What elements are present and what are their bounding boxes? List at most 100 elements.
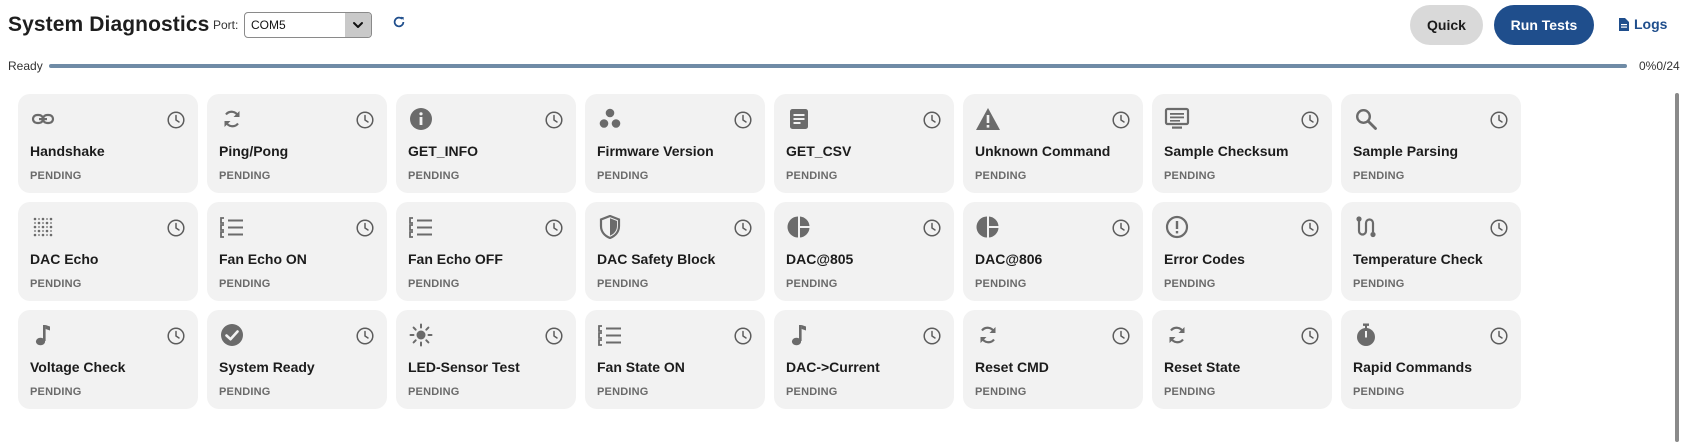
test-status: PENDING [30, 170, 82, 182]
clock-icon [922, 326, 942, 346]
alert-circle-icon [1164, 214, 1190, 240]
test-status: PENDING [408, 278, 460, 290]
port-select-value: COM5 [251, 18, 286, 32]
test-name: Temperature Check [1353, 251, 1483, 267]
shield-icon [597, 214, 623, 240]
test-status: PENDING [786, 278, 838, 290]
search-icon [1353, 106, 1379, 132]
run-tests-button[interactable]: Run Tests [1494, 5, 1594, 45]
test-card[interactable]: Reset State PENDING [1152, 310, 1332, 409]
test-card[interactable]: Fan Echo OFF PENDING [396, 202, 576, 301]
test-card[interactable]: Handshake PENDING [18, 94, 198, 193]
test-card[interactable]: Voltage Check PENDING [18, 310, 198, 409]
clock-icon [733, 110, 753, 130]
document-icon [786, 106, 812, 132]
route-icon [1353, 214, 1379, 240]
test-card[interactable]: Fan State ON PENDING [585, 310, 765, 409]
test-card[interactable]: Ping/Pong PENDING [207, 94, 387, 193]
clock-icon [1489, 326, 1509, 346]
clock-icon [166, 110, 186, 130]
clock-icon [922, 110, 942, 130]
bubbles-icon [597, 106, 623, 132]
test-status: PENDING [786, 386, 838, 398]
logs-label: Logs [1634, 16, 1668, 32]
status-text: Ready [8, 59, 43, 73]
test-status: PENDING [219, 386, 271, 398]
test-card[interactable]: GET_INFO PENDING [396, 94, 576, 193]
test-name: Firmware Version [597, 143, 714, 159]
dot-grid-icon [30, 214, 56, 240]
clock-icon [1300, 110, 1320, 130]
test-card[interactable]: System Ready PENDING [207, 310, 387, 409]
warning-icon [975, 106, 1001, 132]
sync-icon [219, 106, 245, 132]
test-card[interactable]: DAC Safety Block PENDING [585, 202, 765, 301]
test-card[interactable]: LED-Sensor Test PENDING [396, 310, 576, 409]
pie-chart-icon [975, 214, 1001, 240]
test-card[interactable]: Sample Checksum PENDING [1152, 94, 1332, 193]
test-name: Voltage Check [30, 359, 126, 375]
progress-bar [49, 64, 1627, 68]
test-card[interactable]: DAC Echo PENDING [18, 202, 198, 301]
test-name: DAC->Current [786, 359, 880, 375]
sync-icon [1164, 322, 1190, 348]
test-status: PENDING [1164, 386, 1216, 398]
test-status: PENDING [1164, 278, 1216, 290]
clock-icon [1111, 326, 1131, 346]
clock-icon [166, 326, 186, 346]
test-status: PENDING [30, 386, 82, 398]
stopwatch-icon [1353, 322, 1379, 348]
test-status: PENDING [975, 386, 1027, 398]
test-status: PENDING [219, 278, 271, 290]
test-name: Unknown Command [975, 143, 1111, 159]
checklist-icon [408, 214, 434, 240]
clock-icon [1300, 326, 1320, 346]
clock-icon [733, 218, 753, 238]
port-select[interactable]: COM5 [244, 12, 372, 38]
test-card[interactable]: Error Codes PENDING [1152, 202, 1332, 301]
test-card[interactable]: Firmware Version PENDING [585, 94, 765, 193]
test-name: Error Codes [1164, 251, 1245, 267]
quick-button[interactable]: Quick [1410, 5, 1483, 45]
checklist-icon [597, 322, 623, 348]
test-card[interactable]: Reset CMD PENDING [963, 310, 1143, 409]
test-card[interactable]: Rapid Commands PENDING [1341, 310, 1521, 409]
document-icon [1618, 17, 1629, 31]
scrollbar[interactable] [1675, 93, 1679, 442]
test-name: Reset CMD [975, 359, 1049, 375]
test-status: PENDING [975, 170, 1027, 182]
clock-icon [544, 218, 564, 238]
test-card[interactable]: DAC@805 PENDING [774, 202, 954, 301]
clock-icon [733, 326, 753, 346]
checklist-icon [219, 214, 245, 240]
clock-icon [544, 110, 564, 130]
clock-icon [544, 326, 564, 346]
test-name: DAC@806 [975, 251, 1043, 267]
refresh-icon[interactable] [391, 14, 407, 30]
test-name: Reset State [1164, 359, 1241, 375]
test-name: GET_INFO [408, 143, 479, 159]
test-card[interactable]: DAC->Current PENDING [774, 310, 954, 409]
top-bar: System Diagnostics Port: COM5 Quick Run … [0, 0, 1691, 52]
progress-count: 0/24 [1656, 59, 1680, 73]
test-card[interactable]: Sample Parsing PENDING [1341, 94, 1521, 193]
clock-icon [355, 326, 375, 346]
check-circle-icon [219, 322, 245, 348]
sync-icon [975, 322, 1001, 348]
test-card[interactable]: Unknown Command PENDING [963, 94, 1143, 193]
test-card[interactable]: DAC@806 PENDING [963, 202, 1143, 301]
test-card[interactable]: Temperature Check PENDING [1341, 202, 1521, 301]
progress-percent: 0% [1639, 59, 1657, 73]
test-name: DAC Safety Block [597, 251, 716, 267]
test-status: PENDING [1353, 170, 1405, 182]
progress-readout: 0%0/24 [1639, 59, 1680, 73]
clock-icon [1489, 110, 1509, 130]
test-card[interactable]: GET_CSV PENDING [774, 94, 954, 193]
test-name: Fan State ON [597, 359, 685, 375]
monitor-icon [1164, 106, 1190, 132]
logs-button[interactable]: Logs [1618, 16, 1667, 32]
clock-icon [922, 218, 942, 238]
test-name: System Ready [219, 359, 315, 375]
test-card[interactable]: Fan Echo ON PENDING [207, 202, 387, 301]
test-name: Fan Echo OFF [408, 251, 503, 267]
